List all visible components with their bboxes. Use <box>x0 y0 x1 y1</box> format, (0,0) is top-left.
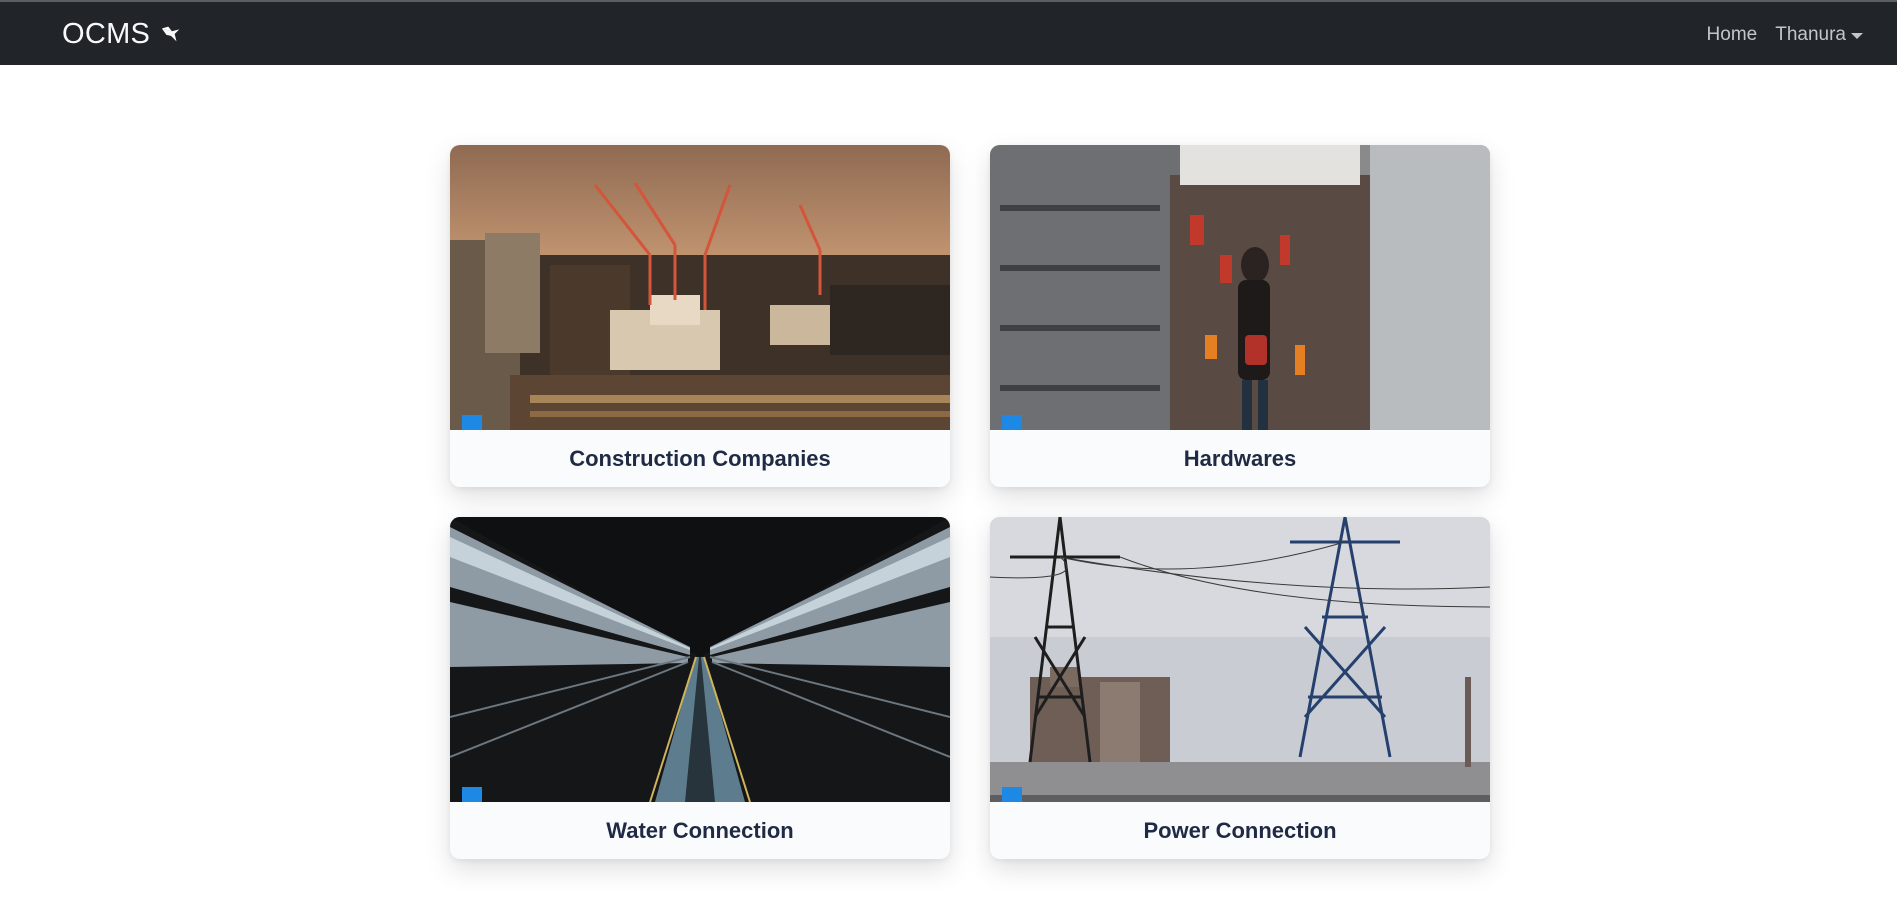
caret-down-icon <box>1851 33 1863 39</box>
bird-icon <box>162 26 180 42</box>
image-badge <box>462 415 482 430</box>
user-dropdown[interactable]: Thanura <box>1775 24 1863 46</box>
image-badge <box>1002 787 1022 802</box>
image-badge <box>1002 415 1022 430</box>
card-hardwares[interactable]: Hardwares <box>990 145 1490 487</box>
card-construction-companies[interactable]: Construction Companies <box>450 145 950 487</box>
nav-home-link[interactable]: Home <box>1707 24 1758 46</box>
image-badge <box>462 787 482 802</box>
city-skyline-cranes-photo <box>450 145 950 430</box>
hardware-store-shelves-photo <box>990 145 1490 430</box>
pipeline-tunnel-photo <box>450 517 950 802</box>
card-title: Water Connection <box>606 818 794 843</box>
card-power-connection[interactable]: Power Connection <box>990 517 1490 859</box>
card-title: Construction Companies <box>569 446 831 471</box>
nav-links: Home Thanura <box>1707 20 1863 50</box>
user-name: Thanura <box>1775 24 1846 45</box>
card-water-connection[interactable]: Water Connection <box>450 517 950 859</box>
brand-name: OCMS <box>62 17 151 50</box>
navbar: OCMS Home Thanura <box>0 2 1897 65</box>
power-transmission-towers-photo <box>990 517 1490 802</box>
card-title: Power Connection <box>1143 818 1337 843</box>
card-title: Hardwares <box>1183 446 1297 471</box>
brand-link[interactable]: OCMS <box>62 16 182 52</box>
